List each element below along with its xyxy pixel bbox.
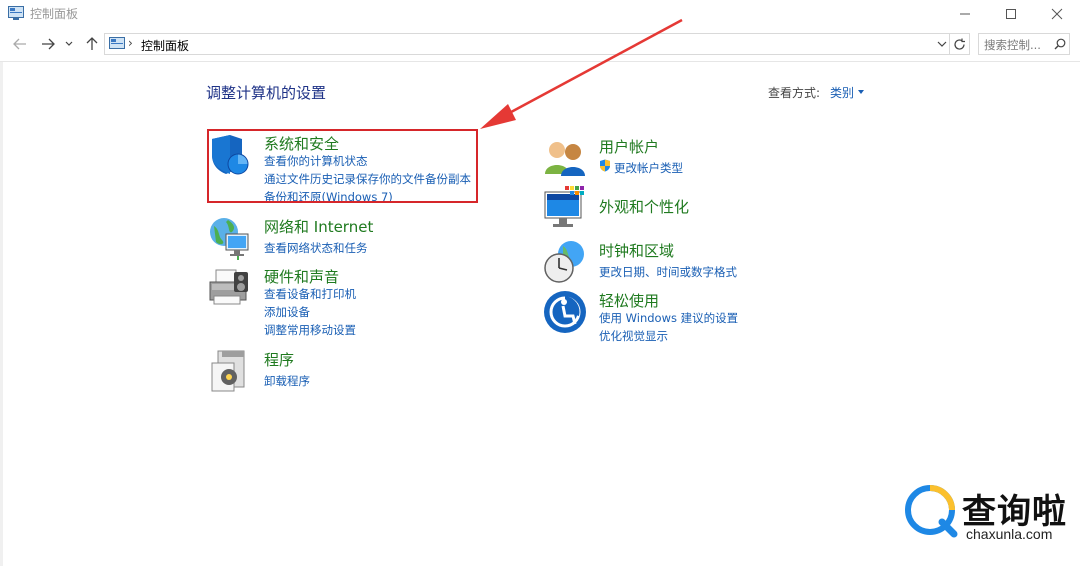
refresh-icon: [954, 38, 965, 50]
arrow-up-icon: [86, 37, 98, 50]
search-placeholder: 搜索控制...: [984, 38, 1041, 52]
watermark: 查询啦 chaxunla.com: [904, 480, 1074, 550]
ease-of-access-icon[interactable]: [543, 290, 587, 334]
category-title[interactable]: 外观和个性化: [599, 196, 689, 217]
chevron-down-icon: [65, 41, 73, 46]
link-devices-printers[interactable]: 查看设备和打印机: [264, 286, 356, 302]
category-title[interactable]: 网络和 Internet: [264, 216, 373, 237]
forward-button[interactable]: [38, 34, 58, 54]
programs-icon[interactable]: [208, 349, 252, 393]
search-box[interactable]: 搜索控制...: [978, 33, 1070, 55]
watermark-url: chaxunla.com: [966, 526, 1053, 542]
arrow-left-icon: [13, 38, 26, 50]
category-title[interactable]: 时钟和区域: [599, 240, 674, 261]
left-border: [0, 62, 3, 566]
view-by-dropdown[interactable]: 类别: [830, 84, 854, 101]
user-accounts-icon[interactable]: [543, 136, 587, 180]
control-panel-icon: [8, 6, 24, 20]
view-by-label: 查看方式:: [768, 86, 821, 100]
arrow-right-icon: [42, 38, 55, 50]
link-change-account-type[interactable]: 更改帐户类型: [614, 160, 683, 176]
maximize-button[interactable]: [988, 0, 1034, 28]
link-network-status[interactable]: 查看网络状态和任务: [264, 240, 368, 256]
refresh-button[interactable]: [950, 33, 970, 55]
minimize-icon: [960, 13, 970, 15]
highlight-box: [207, 129, 478, 203]
minimize-button[interactable]: [942, 0, 988, 28]
chevron-down-icon[interactable]: [937, 39, 947, 49]
link-change-date-time[interactable]: 更改日期、时间或数字格式: [599, 264, 737, 280]
category-title[interactable]: 硬件和声音: [264, 266, 339, 287]
category-title[interactable]: 程序: [264, 349, 294, 370]
caret-down-icon[interactable]: [858, 90, 864, 94]
back-button[interactable]: [10, 34, 30, 54]
breadcrumb-separator: ›: [128, 36, 133, 50]
printer-icon[interactable]: [208, 266, 252, 310]
appearance-icon[interactable]: [543, 186, 587, 230]
maximize-icon: [1006, 9, 1016, 19]
clock-globe-icon[interactable]: [543, 240, 587, 284]
category-title[interactable]: 轻松使用: [599, 290, 659, 311]
search-icon: [1054, 38, 1066, 50]
window-title: 控制面板: [30, 7, 79, 21]
close-button[interactable]: [1034, 0, 1080, 28]
link-optimize-visual-display[interactable]: 优化视觉显示: [599, 328, 668, 344]
up-button[interactable]: [82, 34, 102, 54]
page-title: 调整计算机的设置: [206, 84, 327, 102]
link-add-device[interactable]: 添加设备: [264, 304, 310, 320]
watermark-logo-icon: [905, 485, 958, 538]
close-icon: [1051, 8, 1063, 20]
control-panel-icon: [109, 37, 125, 49]
uac-shield-icon: [600, 159, 610, 172]
recent-locations-button[interactable]: [62, 34, 76, 54]
category-title[interactable]: 用户帐户: [599, 136, 659, 157]
breadcrumb[interactable]: 控制面板: [141, 37, 189, 54]
navigation-bar: › 控制面板 搜索控制...: [0, 28, 1080, 62]
title-bar: 控制面板: [0, 0, 1080, 28]
address-bar[interactable]: › 控制面板: [104, 33, 950, 55]
network-globe-icon[interactable]: [208, 216, 252, 260]
link-mobility-settings[interactable]: 调整常用移动设置: [264, 322, 356, 338]
link-windows-suggested-settings[interactable]: 使用 Windows 建议的设置: [599, 310, 738, 326]
link-uninstall-program[interactable]: 卸载程序: [264, 373, 310, 389]
